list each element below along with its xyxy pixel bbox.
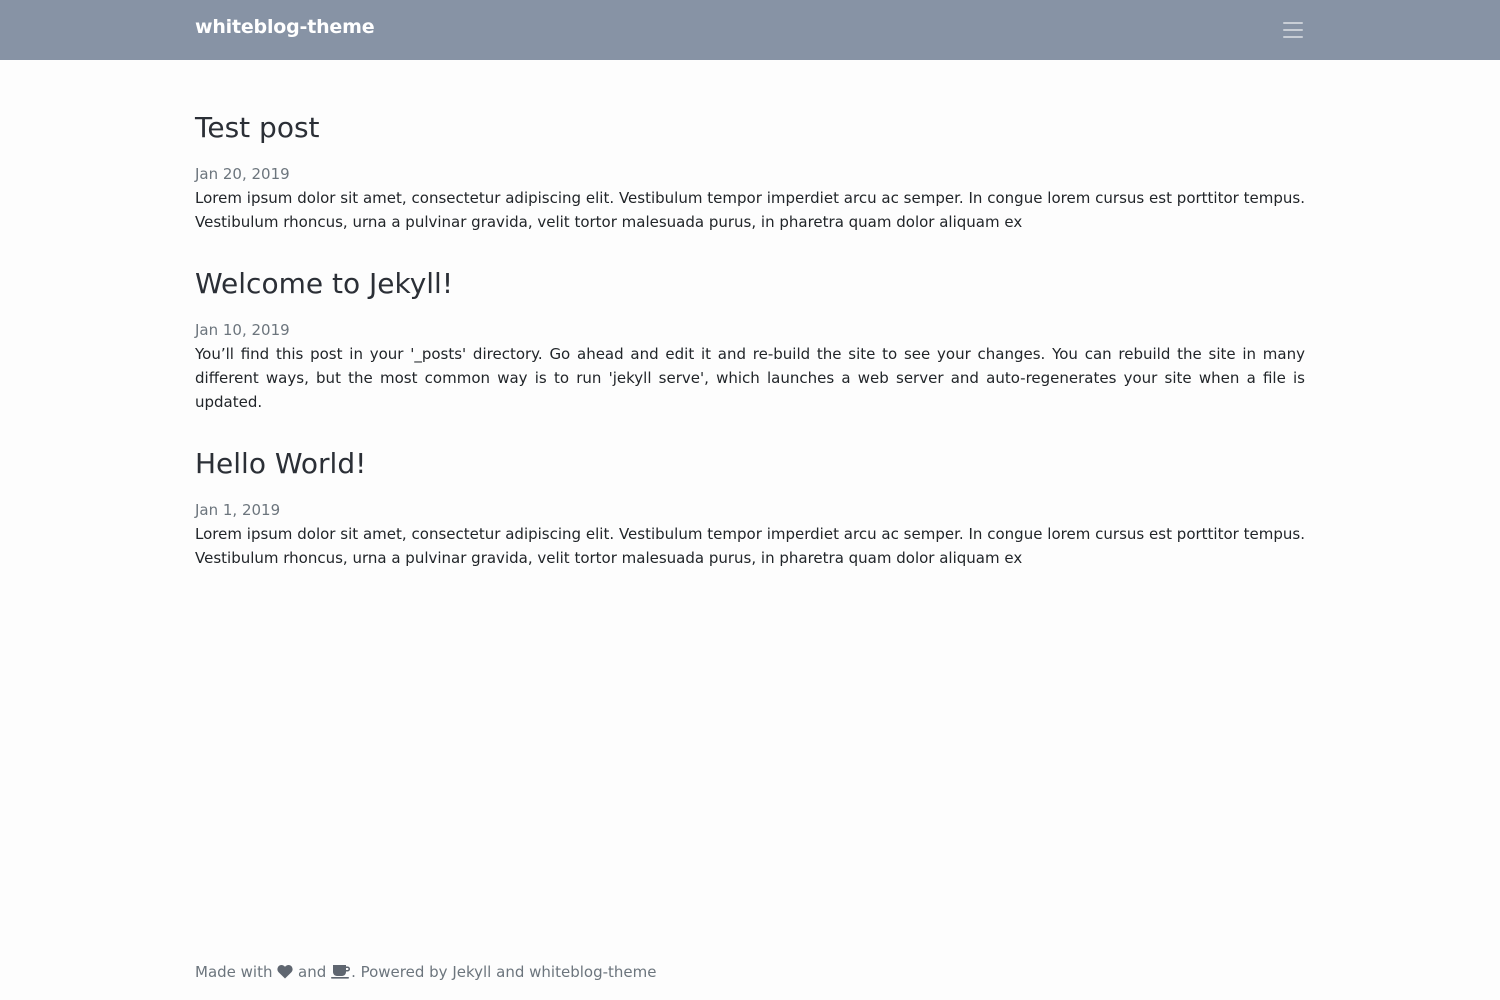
- footer-and-text: and: [298, 963, 327, 981]
- post-excerpt: Lorem ipsum dolor sit amet, consectetur …: [195, 525, 1305, 567]
- footer-powered-by-text: . Powered by: [351, 963, 448, 981]
- post-title-link[interactable]: Test post: [195, 108, 1305, 148]
- post-item: Test post Jan 20, 2019 Lorem ipsum dolor…: [195, 108, 1305, 234]
- site-footer: Made with and . Powered by Jekyll and wh…: [195, 960, 656, 986]
- hamburger-menu-icon: [1283, 22, 1303, 38]
- jekyll-link[interactable]: Jekyll: [452, 963, 491, 981]
- post-date: Jan 10, 2019: [195, 321, 290, 339]
- post-list: Test post Jan 20, 2019 Lorem ipsum dolor…: [195, 108, 1305, 570]
- top-navbar: whiteblog-theme: [0, 0, 1500, 60]
- site-brand-link[interactable]: whiteblog-theme: [195, 16, 375, 38]
- post-item: Welcome to Jekyll! Jan 10, 2019 You’ll f…: [195, 264, 1305, 414]
- post-excerpt: Lorem ipsum dolor sit amet, consectetur …: [195, 189, 1305, 231]
- coffee-icon: [331, 962, 351, 986]
- post-title-link[interactable]: Welcome to Jekyll!: [195, 264, 1305, 304]
- footer-and-text-2: and: [496, 963, 525, 981]
- post-date: Jan 1, 2019: [195, 501, 281, 519]
- menu-toggle-button[interactable]: [1278, 18, 1308, 42]
- post-date: Jan 20, 2019: [195, 165, 290, 183]
- post-title-link[interactable]: Hello World!: [195, 444, 1305, 484]
- post-excerpt: You’ll find this post in your '_posts' d…: [195, 345, 1305, 411]
- post-item: Hello World! Jan 1, 2019 Lorem ipsum dol…: [195, 444, 1305, 570]
- heart-icon: [277, 962, 293, 986]
- theme-link[interactable]: whiteblog-theme: [529, 963, 656, 981]
- footer-made-with-text: Made with: [195, 963, 273, 981]
